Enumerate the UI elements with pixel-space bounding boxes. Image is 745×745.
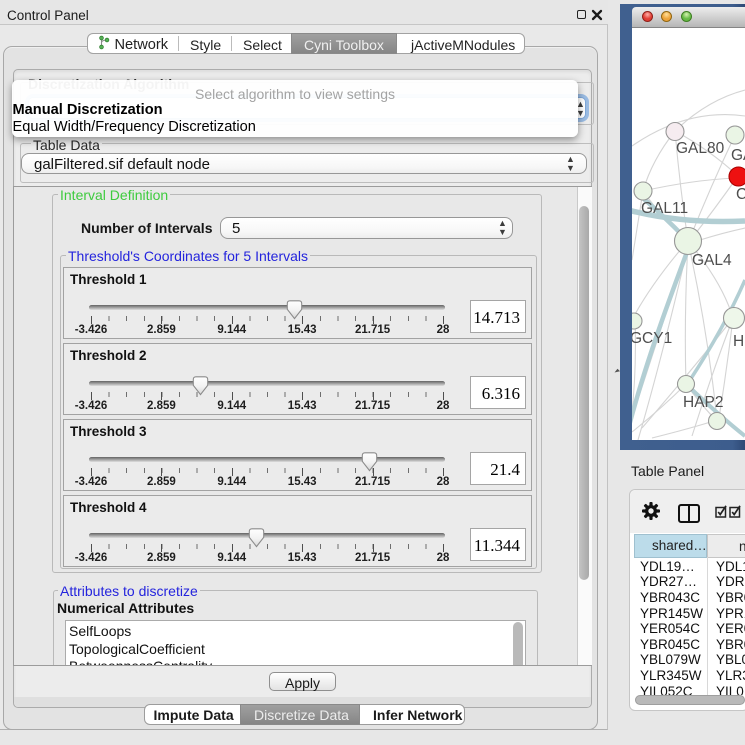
svg-text:H: H <box>733 333 744 350</box>
svg-text:GAL11: GAL11 <box>641 200 688 217</box>
svg-text:GAL80: GAL80 <box>676 140 725 157</box>
svg-text:GAL4: GAL4 <box>692 252 732 269</box>
svg-text:GCY1: GCY1 <box>632 330 672 347</box>
svg-text:GA: GA <box>731 147 745 164</box>
svg-text:HAP2: HAP2 <box>683 394 724 411</box>
svg-text:C: C <box>736 186 745 203</box>
